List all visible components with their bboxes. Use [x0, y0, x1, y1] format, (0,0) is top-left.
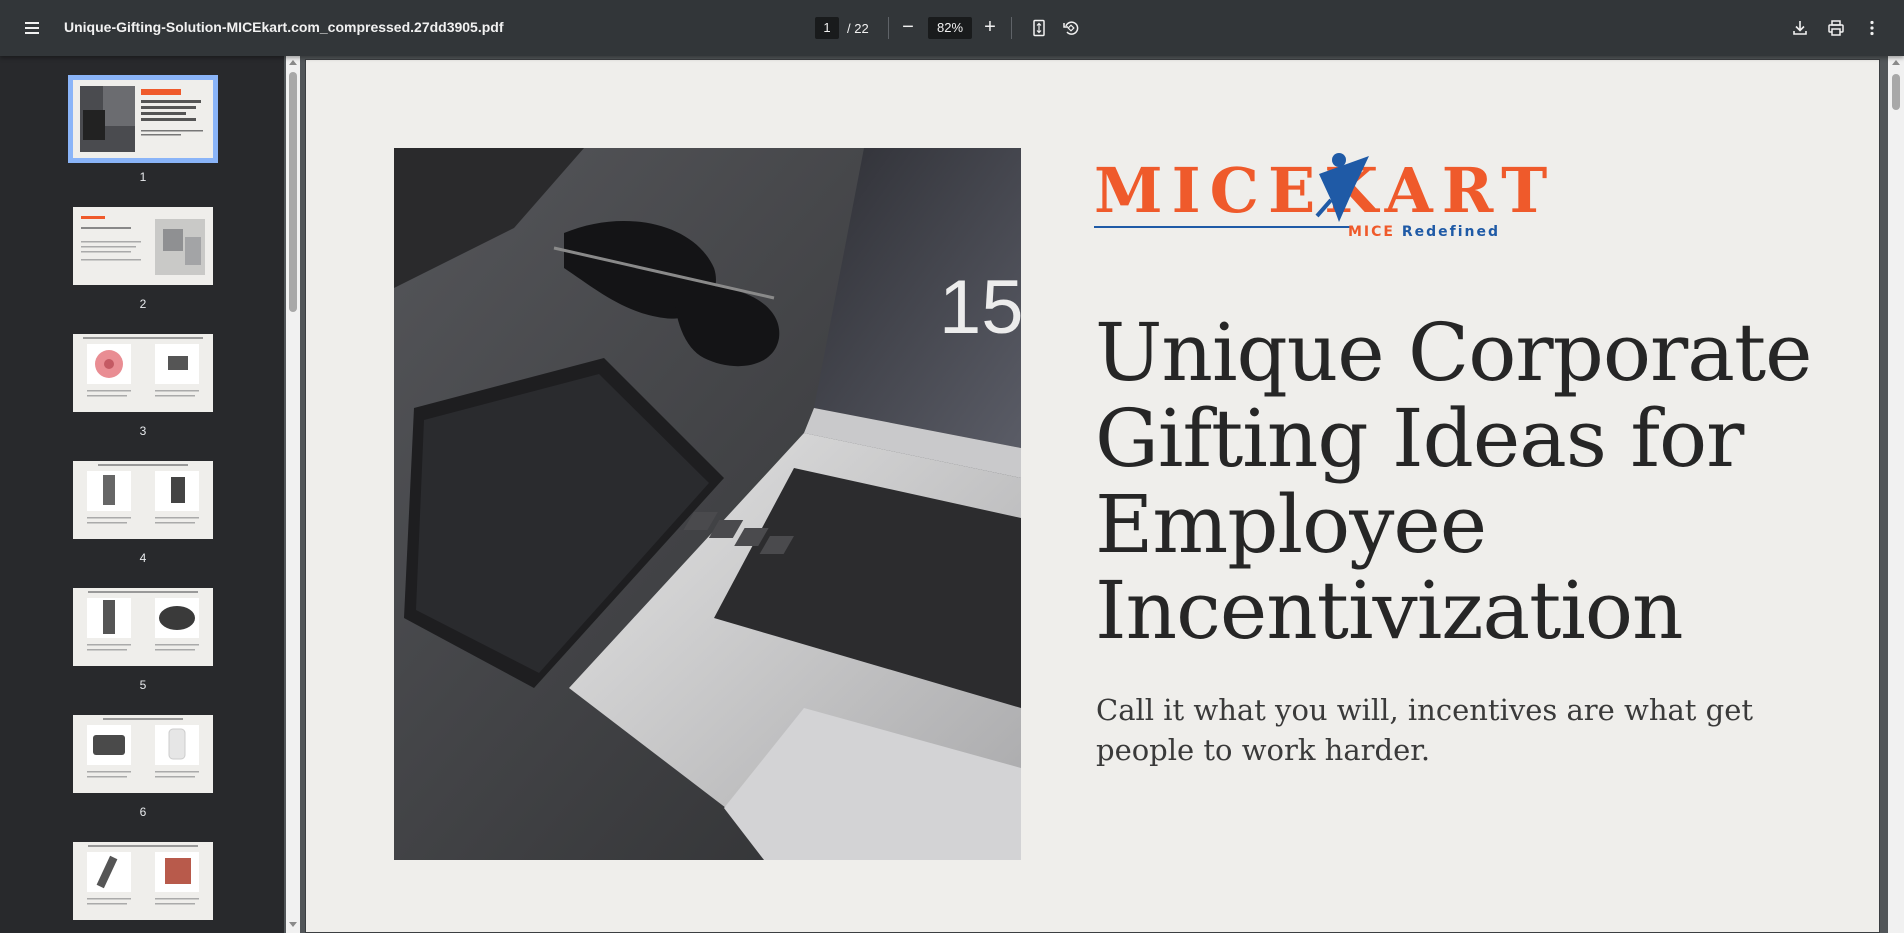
- thumbnail-page-1[interactable]: [68, 75, 218, 163]
- thumbnail-page-7[interactable]: [73, 842, 213, 920]
- main-scrollbar-thumb[interactable]: [1892, 74, 1900, 110]
- logo-tagline: MICE Redefined: [1348, 224, 1500, 240]
- scroll-up-arrow-icon[interactable]: [1892, 60, 1900, 65]
- page-selector: 1 / 22: [815, 17, 869, 39]
- thumbnail-page-5[interactable]: [73, 588, 213, 666]
- thumbnail-page-number: 3: [139, 424, 147, 438]
- pdf-viewer: 15 MICEKART MICE Redefined Unique Corpor…: [300, 56, 1888, 933]
- more-vert-icon[interactable]: [1860, 16, 1884, 40]
- page-total: / 22: [847, 20, 869, 36]
- page-headline: Unique Corporate Gifting Ideas for Emplo…: [1095, 306, 1812, 657]
- sidebar-scrollbar[interactable]: [286, 56, 300, 933]
- sidebar-scrollbar-thumb[interactable]: [289, 72, 297, 312]
- thumbnail-page-6[interactable]: [73, 715, 213, 793]
- thumbnail-page-number: 1: [139, 170, 147, 184]
- logo-underline: [1094, 226, 1352, 228]
- scroll-up-arrow-icon[interactable]: [289, 60, 297, 65]
- thumbnail-page-number: 4: [139, 551, 147, 565]
- print-icon[interactable]: [1824, 16, 1848, 40]
- thumbnail-sidebar: 1 2 3 4 5 6: [0, 56, 284, 933]
- thumbnail-page-number: 5: [139, 678, 147, 692]
- rotate-icon[interactable]: [1059, 16, 1083, 40]
- logo-figure-icon: [1315, 153, 1369, 222]
- pdf-toolbar: Unique-Gifting-Solution-MICEkart.com_com…: [0, 0, 1904, 56]
- thumbnail-page-4[interactable]: [73, 461, 213, 539]
- micekart-logo: MICEKART MICE Redefined: [1094, 146, 1547, 246]
- page-number-input[interactable]: 1: [815, 17, 839, 39]
- logo-tagline-mice: MICE: [1348, 224, 1395, 240]
- zoom-level-input[interactable]: 82%: [928, 17, 972, 39]
- toolbar-divider: [1011, 17, 1012, 39]
- zoom-in-button[interactable]: +: [978, 16, 1002, 40]
- thumbnail-page-number: 2: [139, 297, 147, 311]
- toolbar-divider: [888, 17, 889, 39]
- main-scrollbar[interactable]: [1888, 56, 1904, 933]
- document-title: Unique-Gifting-Solution-MICEkart.com_com…: [64, 19, 504, 35]
- cover-photo: 15: [394, 148, 1021, 860]
- download-icon[interactable]: [1788, 16, 1812, 40]
- pdf-page-1: 15 MICEKART MICE Redefined Unique Corpor…: [305, 59, 1880, 933]
- thumbnail-page-3[interactable]: [73, 334, 213, 412]
- laptop-display-text: 15: [939, 265, 1021, 350]
- menu-icon[interactable]: [18, 16, 46, 40]
- page-subline: Call it what you will, incentives are wh…: [1096, 693, 1754, 767]
- fit-page-icon[interactable]: [1027, 16, 1051, 40]
- thumbnail-page-number: 6: [139, 805, 147, 819]
- thumbnail-page-2[interactable]: [73, 207, 213, 285]
- logo-tagline-redefined: Redefined: [1401, 224, 1501, 240]
- zoom-out-button[interactable]: −: [896, 16, 920, 40]
- scroll-down-arrow-icon[interactable]: [289, 922, 297, 927]
